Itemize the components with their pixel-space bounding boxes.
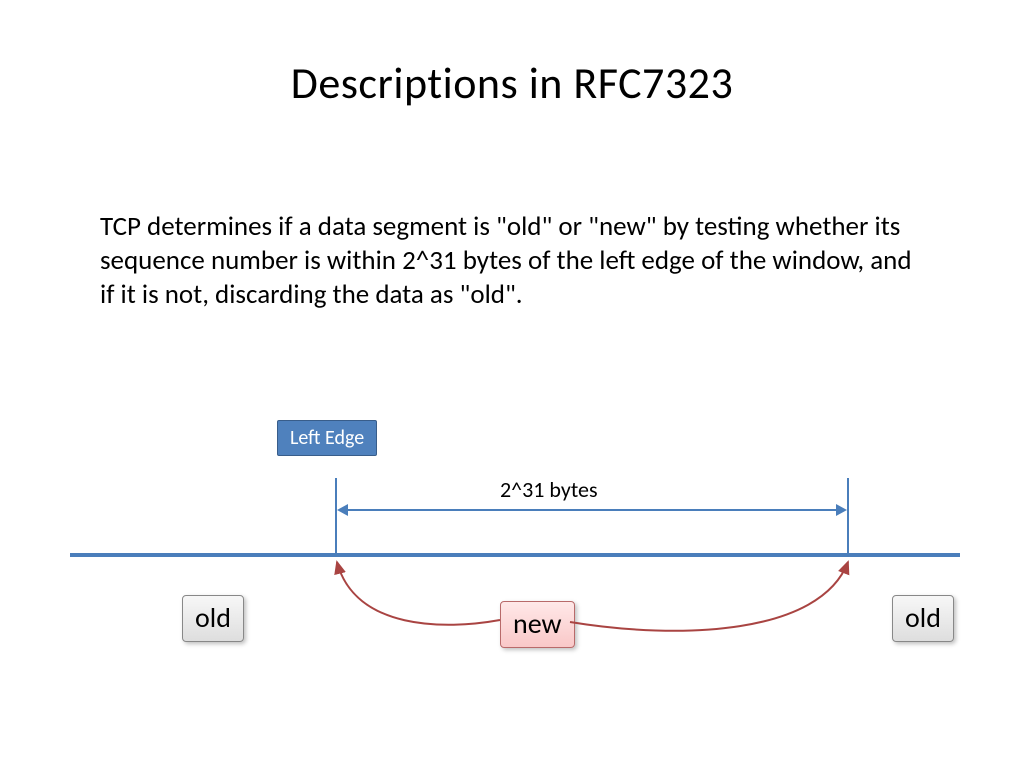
slide-title: Descriptions in RFC7323 [0,56,1024,110]
range-arrow [339,509,845,511]
left-edge-label: Left Edge [277,420,377,456]
sequence-diagram: Left Edge 2^31 bytes old new old [70,420,960,700]
old-box-left: old [182,595,244,642]
old-box-right: old [892,595,954,642]
curve-arrow-left [300,550,510,630]
slide: Descriptions in RFC7323 TCP determines i… [0,0,1024,768]
right-edge-tick [847,478,849,555]
body-text: TCP determines if a data segment is "old… [100,210,925,311]
range-label: 2^31 bytes [500,476,598,503]
left-edge-tick [335,478,337,555]
curve-arrow-right [560,550,870,640]
